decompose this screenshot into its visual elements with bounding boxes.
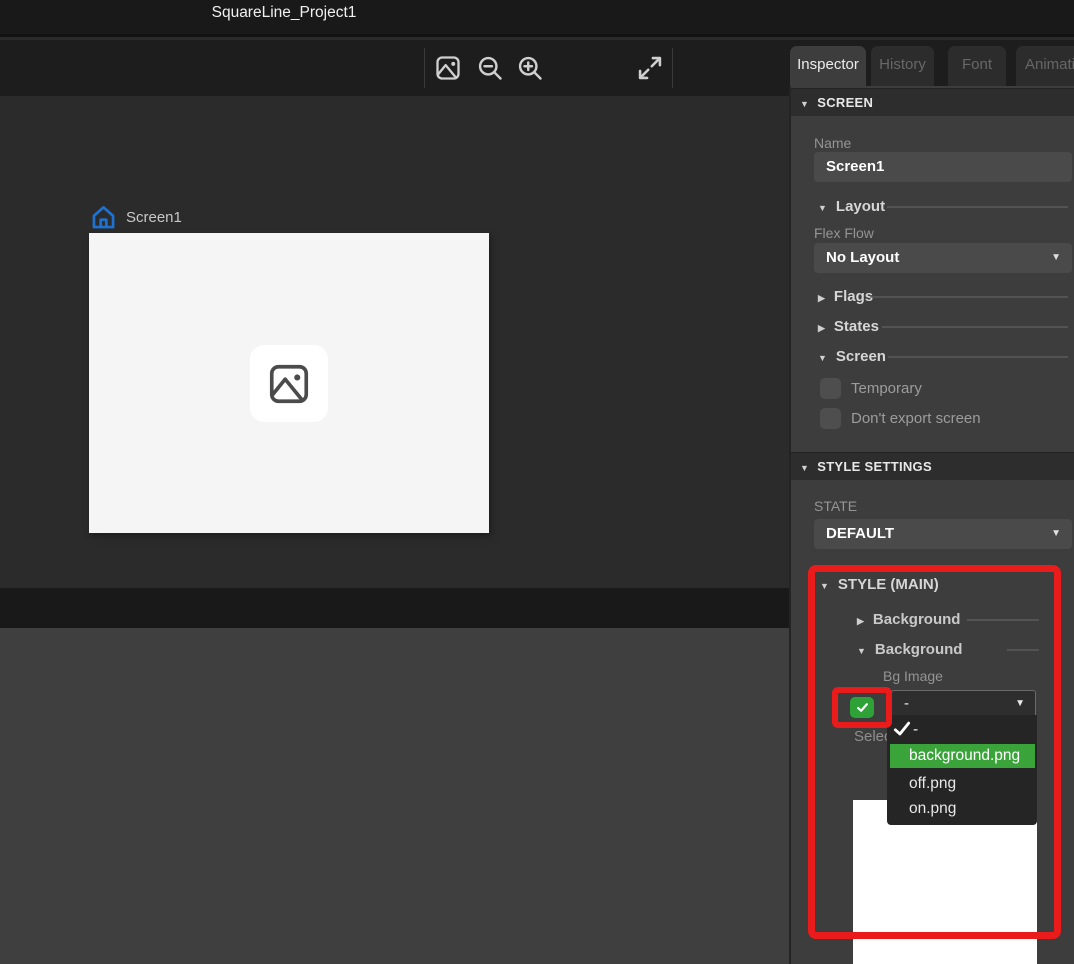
flex-flow-value: No Layout <box>826 249 899 266</box>
zoom-in-icon[interactable] <box>516 54 544 82</box>
divider-line <box>870 296 1068 298</box>
subsection-background-collapsed[interactable]: ▶ Background <box>857 611 960 628</box>
subsection-title: Layout <box>836 198 885 215</box>
bg-image-label: Bg Image <box>883 668 943 684</box>
bg-image-option-list: - background.png off.png on.png <box>887 715 1037 825</box>
toolbar-divider <box>672 48 673 88</box>
divider-line <box>1007 649 1039 651</box>
dont-export-checkbox[interactable] <box>820 408 841 429</box>
subsection-title: Screen <box>836 348 886 365</box>
chevron-down-icon: ▼ <box>1051 519 1061 549</box>
design-canvas[interactable] <box>89 233 489 533</box>
option-on-png[interactable]: on.png <box>890 797 1034 821</box>
chevron-down-icon: ▼ <box>1015 691 1025 717</box>
subsection-style-main[interactable]: ▼ STYLE (MAIN) <box>820 576 939 593</box>
subsection-background-expanded[interactable]: ▼ Background <box>857 641 962 658</box>
inspector-panel: ▼ SCREEN Name Screen1 ▼ Layout Flex Flow N… <box>789 86 1074 964</box>
divider-line <box>887 206 1068 208</box>
subsection-states[interactable]: ▶ States <box>818 318 879 335</box>
tab-inspector[interactable]: Inspector <box>790 46 866 86</box>
project-title: SquareLine_Project1 <box>212 4 357 22</box>
bg-image-dropdown[interactable]: - ▼ <box>891 690 1036 718</box>
check-icon <box>856 701 869 714</box>
squareline-studio-window: SquareLine_Project1 125% ▼ <box>0 0 1074 964</box>
title-bar: SquareLine_Project1 <box>0 0 1074 37</box>
section-title: STYLE SETTINGS <box>817 459 932 474</box>
image-mode-icon[interactable] <box>434 54 462 82</box>
flex-flow-dropdown[interactable]: No Layout ▼ <box>814 243 1072 273</box>
collapse-down-icon: ▼ <box>800 463 809 473</box>
temporary-checkbox[interactable] <box>820 378 841 399</box>
subsection-title: Background <box>873 611 961 628</box>
section-title: SCREEN <box>817 95 873 110</box>
workspace: Screen1 <box>0 96 789 964</box>
collapse-right-icon: ▶ <box>818 323 825 334</box>
temporary-label: Temporary <box>851 380 922 397</box>
name-label: Name <box>814 135 851 151</box>
collapse-down-icon: ▼ <box>818 353 827 363</box>
subsection-screen[interactable]: ▼ Screen <box>818 348 886 365</box>
dont-export-label: Don't export screen <box>851 410 981 427</box>
collapse-down-icon: ▼ <box>857 646 866 656</box>
name-input[interactable]: Screen1 <box>814 152 1072 182</box>
divider-line <box>882 326 1068 328</box>
image-placeholder[interactable] <box>250 345 328 422</box>
collapse-down-icon: ▼ <box>818 203 827 213</box>
state-dropdown[interactable]: DEFAULT ▼ <box>814 519 1072 549</box>
toolbar-divider <box>424 48 425 88</box>
subsection-title: Flags <box>834 288 873 305</box>
subsection-title: States <box>834 318 879 335</box>
option-background-png[interactable]: background.png <box>890 744 1035 768</box>
home-icon <box>90 204 117 230</box>
option-label: - <box>913 721 918 738</box>
subsection-flags[interactable]: ▶ Flags <box>818 288 873 305</box>
option-none[interactable]: - <box>890 718 1034 742</box>
subsection-layout[interactable]: ▼ Layout <box>818 198 885 215</box>
collapse-down-icon: ▼ <box>820 581 829 591</box>
check-icon <box>892 719 912 739</box>
screen-tag-label: Screen1 <box>126 209 182 226</box>
collapse-right-icon: ▶ <box>857 616 864 627</box>
state-label: STATE <box>814 498 857 514</box>
divider-line <box>967 619 1039 621</box>
subsection-title: STYLE (MAIN) <box>838 576 939 593</box>
tab-history[interactable]: History <box>871 46 934 86</box>
zoom-out-icon[interactable] <box>476 54 504 82</box>
fullscreen-expand-icon[interactable] <box>636 54 664 82</box>
bg-image-enable-checkbox[interactable] <box>850 697 874 718</box>
section-header-style-settings[interactable]: ▼ STYLE SETTINGS <box>791 452 1074 480</box>
collapse-right-icon: ▶ <box>818 293 825 304</box>
chevron-down-icon: ▼ <box>1051 243 1061 273</box>
section-header-screen[interactable]: ▼ SCREEN <box>791 88 1074 116</box>
flex-flow-label: Flex Flow <box>814 225 874 241</box>
image-icon <box>266 361 312 407</box>
state-value: DEFAULT <box>826 525 894 542</box>
collapse-down-icon: ▼ <box>800 99 809 109</box>
workspace-bottom-band <box>0 588 789 628</box>
subsection-title: Background <box>875 641 963 658</box>
divider-line <box>888 356 1068 358</box>
assets-panel-area <box>0 628 789 964</box>
bg-image-value: - <box>904 695 909 712</box>
inspector-tabbar: Inspector History Font Animation <box>789 40 1074 86</box>
tab-animation[interactable]: Animation <box>1016 46 1074 86</box>
tab-font[interactable]: Font <box>948 46 1006 86</box>
option-off-png[interactable]: off.png <box>890 772 1034 796</box>
